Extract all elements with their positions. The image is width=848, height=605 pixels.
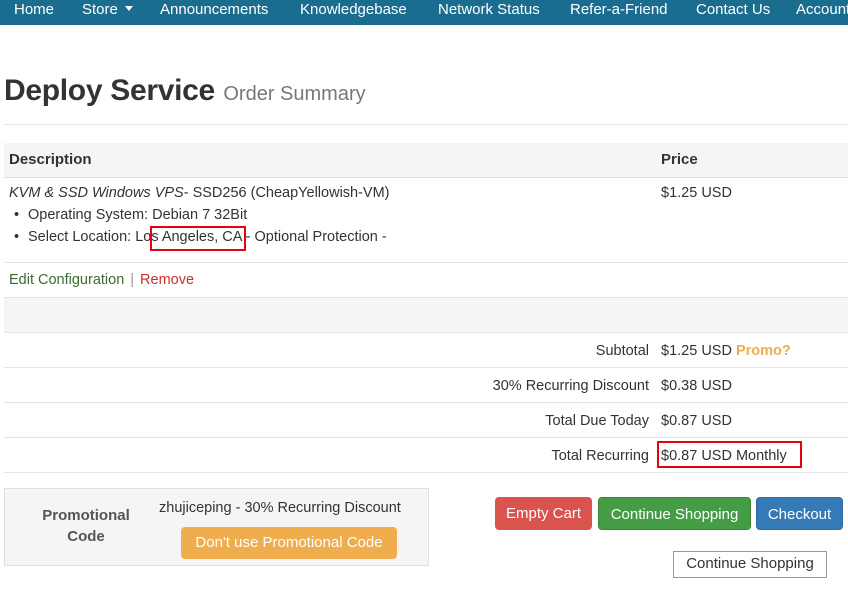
promo-label-line2: Code <box>67 528 105 545</box>
total-recurring-label: Total Recurring <box>551 448 649 464</box>
total-recurring-value: $0.87 USD Monthly <box>661 448 787 464</box>
edit-configuration-link[interactable]: Edit Configuration <box>9 272 124 288</box>
subtotal-row: Subtotal $1.25 USD Promo? <box>4 332 848 367</box>
top-navbar: Home Store Announcements Knowledgebase N… <box>0 0 848 25</box>
product-detail: - SSD256 (CheapYellowish-VM) <box>183 185 390 201</box>
title-divider <box>4 124 848 125</box>
cart-item-row: KVM & SSD Windows VPS- SSD256 (CheapYell… <box>4 178 848 262</box>
nav-contact-us[interactable]: Contact Us <box>696 1 770 19</box>
promo-code-description: - 30% Recurring Discount <box>231 500 401 516</box>
promo-label-line1: Promotional <box>42 507 130 524</box>
nav-account[interactable]: Account <box>796 1 848 19</box>
total-due-label: Total Due Today <box>545 413 649 429</box>
subtotal-value: $1.25 USD <box>661 343 732 359</box>
option-location-prefix: Select Location: <box>28 229 136 245</box>
actions-separator: | <box>130 272 135 288</box>
nav-refer-a-friend[interactable]: Refer-a-Friend <box>570 1 668 19</box>
option-operating-system: Operating System: Debian 7 32Bit <box>14 207 247 223</box>
nav-store[interactable]: Store <box>82 1 133 19</box>
discount-row: 30% Recurring Discount $0.38 USD <box>4 367 848 402</box>
page-title-main: Deploy Service <box>4 74 215 107</box>
option-location-city: Los Angeles, <box>135 229 219 245</box>
remove-item-link[interactable]: Remove <box>140 272 194 288</box>
option-location-suffix: CA - Optional Protection - <box>218 229 387 245</box>
empty-cart-button[interactable]: Empty Cart <box>495 497 592 530</box>
nav-network-status[interactable]: Network Status <box>438 1 540 19</box>
total-due-row: Total Due Today $0.87 USD <box>4 402 848 437</box>
applied-promo: zhujiceping - 30% Recurring Discount <box>159 500 401 516</box>
item-actions: Edit Configuration | Remove <box>9 272 194 288</box>
page-title: Deploy Service Order Summary <box>4 74 366 108</box>
discount-label: 30% Recurring Discount <box>492 378 649 394</box>
nav-home[interactable]: Home <box>14 1 54 19</box>
continue-shopping-button[interactable]: Continue Shopping <box>598 497 751 530</box>
cart-spacer-row <box>4 297 848 332</box>
subtotal-label: Subtotal <box>595 343 649 359</box>
promo-link[interactable]: Promo? <box>736 343 791 359</box>
total-recurring-row: Total Recurring $0.87 USD Monthly <box>4 437 848 473</box>
option-location: Select Location: Los Angeles, CA - Optio… <box>14 229 387 245</box>
cart-item-actions-row: Edit Configuration | Remove <box>4 262 848 297</box>
total-due-value: $0.87 USD <box>661 413 732 429</box>
product-price: $1.25 USD <box>661 185 732 201</box>
checkout-button[interactable]: Checkout <box>756 497 843 530</box>
page-title-subtitle: Order Summary <box>223 83 366 105</box>
promo-code-value: zhujiceping <box>159 500 232 516</box>
nav-knowledgebase[interactable]: Knowledgebase <box>300 1 407 19</box>
cart-header-row: Description Price <box>4 143 848 178</box>
col-description-header: Description <box>9 151 92 168</box>
promo-code-panel: Promotional Code zhujiceping - 30% Recur… <box>4 488 429 566</box>
nav-store-label: Store <box>82 1 118 18</box>
promo-code-label: Promotional Code <box>31 505 141 547</box>
remove-promo-button[interactable]: Don't use Promotional Code <box>181 527 397 559</box>
caret-down-icon <box>124 6 133 11</box>
product-title: KVM & SSD Windows VPS- SSD256 (CheapYell… <box>9 185 390 201</box>
nav-announcements[interactable]: Announcements <box>160 1 268 19</box>
continue-shopping-secondary-button[interactable]: Continue Shopping <box>673 551 827 578</box>
discount-value: $0.38 USD <box>661 378 732 394</box>
col-price-header: Price <box>661 151 698 168</box>
subtotal-value-wrap: $1.25 USD Promo? <box>661 343 791 359</box>
product-name: KVM & SSD Windows VPS <box>9 185 184 201</box>
